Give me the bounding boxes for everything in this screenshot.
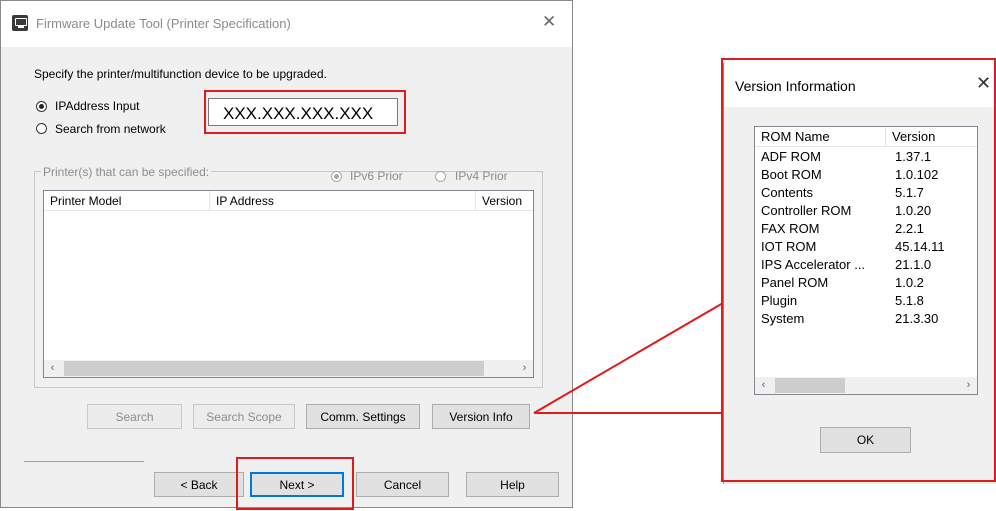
column-header-printer-model[interactable]: Printer Model [44,191,210,211]
group-caption: Printer(s) that can be specified: [41,165,212,179]
cancel-button[interactable]: Cancel [356,472,449,497]
horizontal-scrollbar[interactable]: ‹ › [44,360,533,377]
version-dialog-highlight [721,58,996,482]
ipv4-prior-label: IPv4 Prior [455,169,508,183]
next-button-highlight [236,457,354,510]
ip-address-radio[interactable] [36,101,47,112]
app-icon [12,15,28,31]
scrollbar-thumb[interactable] [64,361,484,376]
search-button[interactable]: Search [87,404,182,429]
search-network-radio-label[interactable]: Search from network [55,122,166,136]
window-title: Firmware Update Tool (Printer Specificat… [36,16,291,31]
version-info-button[interactable]: Version Info [432,404,530,429]
back-button[interactable]: < Back [154,472,244,497]
ipv4-prior-radio[interactable] [435,171,446,182]
column-header-version[interactable]: Version [476,191,536,211]
comm-settings-button[interactable]: Comm. Settings [306,404,420,429]
search-network-radio[interactable] [36,123,47,134]
firmware-update-dialog: Firmware Update Tool (Printer Specificat… [0,0,573,508]
printer-list[interactable]: Printer Model IP Address Version ‹ › [43,190,534,378]
help-button[interactable]: Help [466,472,559,497]
close-icon[interactable]: ✕ [542,13,556,30]
instruction-text: Specify the printer/multifunction device… [34,67,327,81]
title-bar: Firmware Update Tool (Printer Specificat… [1,1,572,47]
column-header-ip-address[interactable]: IP Address [210,191,476,211]
list-header: Printer Model IP Address Version [44,191,533,211]
ipv6-prior-radio[interactable] [331,171,342,182]
scroll-left-icon[interactable]: ‹ [44,360,61,377]
ip-address-radio-label[interactable]: IPAddress Input [55,99,140,113]
ip-input-highlight [204,90,406,134]
scroll-right-icon[interactable]: › [516,360,533,377]
search-scope-button[interactable]: Search Scope [193,404,295,429]
ipv6-prior-label: IPv6 Prior [350,169,403,183]
separator-line [24,461,144,462]
